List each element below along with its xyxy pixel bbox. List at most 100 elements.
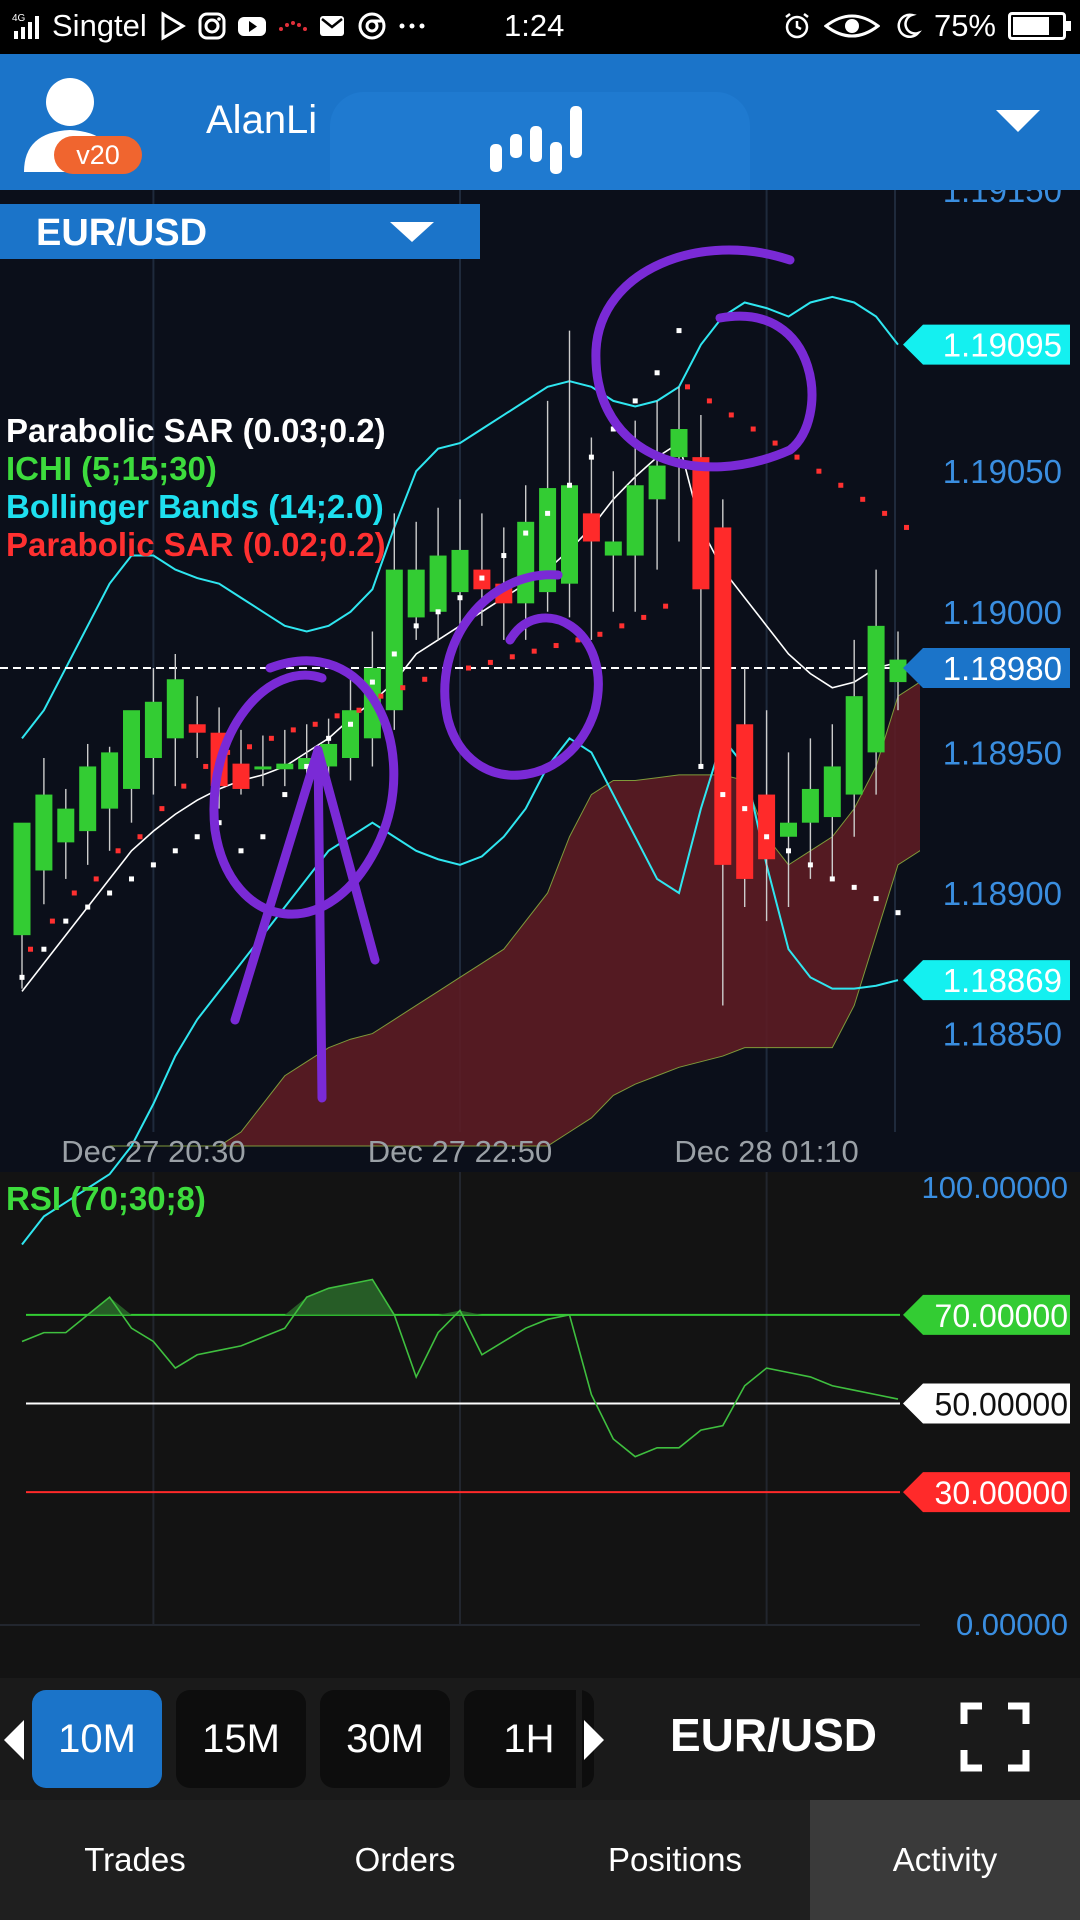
sar-dot-red xyxy=(378,693,384,699)
price-tag-label: 1.19095 xyxy=(943,327,1062,364)
candle-body xyxy=(604,541,622,556)
chart-area[interactable]: 1.19150 1.19050 1.19000 1.18950 1.18900 1.188… xyxy=(0,190,1080,1678)
timeframe-30m-button[interactable]: 30M xyxy=(320,1690,450,1788)
mail-icon xyxy=(319,16,344,36)
rsi-tag-label: 30.00000 xyxy=(935,1475,1068,1511)
sar-dot-white xyxy=(501,553,507,559)
sar-dot-white xyxy=(194,834,200,840)
sar-dot-white xyxy=(567,482,572,488)
nav-trades[interactable]: Trades xyxy=(0,1800,270,1920)
rsi-tick-label: 100.00000 xyxy=(921,1170,1068,1205)
sar-dot-red xyxy=(663,603,669,609)
sar-dot-red xyxy=(750,426,756,432)
sar-dot-red xyxy=(247,744,252,750)
sar-dot-white xyxy=(435,609,441,615)
sar-dot-white xyxy=(260,834,266,840)
sar-dot-white xyxy=(742,806,748,812)
timeframe-scroll-mask xyxy=(576,1678,582,1800)
bollinger-price-tag: 1.19095 xyxy=(903,324,1070,365)
chevron-down-icon[interactable] xyxy=(390,222,434,242)
play-store-icon xyxy=(161,11,186,41)
price-tick-label: 1.19150 xyxy=(943,190,1062,209)
price-tick-label: 1.18900 xyxy=(943,875,1062,912)
sar-dot-white xyxy=(391,651,397,657)
price-tick-label: 1.19000 xyxy=(943,594,1062,631)
candle-body xyxy=(648,465,666,500)
sar-dot-red xyxy=(93,876,99,882)
sar-dot-white xyxy=(129,876,134,882)
sar-dot-red xyxy=(641,614,647,620)
scroll-right-icon[interactable] xyxy=(584,1720,604,1760)
sar-dot-red xyxy=(49,918,55,924)
sar-dot-white xyxy=(698,763,704,769)
rsi-label: RSI (70;30;8) xyxy=(6,1180,206,1217)
sar-dot-white xyxy=(107,890,113,896)
sar-dot-red xyxy=(181,783,187,789)
sar-dot-red xyxy=(137,834,143,840)
sar-dot-red xyxy=(356,707,362,713)
account-dropdown-icon[interactable] xyxy=(996,110,1040,132)
battery-icon xyxy=(1008,12,1071,40)
sar-dot-white xyxy=(720,792,726,798)
sar-dot-white xyxy=(588,454,594,460)
candle-body xyxy=(582,513,600,542)
dots-red-icon xyxy=(278,21,307,31)
time-axis-label: Dec 27 22:50 xyxy=(368,1134,552,1169)
symbol-selector-label: EUR/USD xyxy=(36,212,208,254)
sar-dot-red xyxy=(860,496,866,502)
sar-dot-white xyxy=(545,510,551,516)
candle-body xyxy=(451,549,469,593)
timeframe-10m-button[interactable]: 10M xyxy=(32,1690,162,1788)
scroll-left-icon[interactable] xyxy=(4,1720,24,1760)
sar-dot-red xyxy=(487,659,493,665)
indicator-label: ICHI (5;15;30) xyxy=(6,450,217,487)
candle-body xyxy=(276,763,294,770)
signal-icon: 4G xyxy=(12,13,39,39)
nav-orders[interactable]: Orders xyxy=(270,1800,540,1920)
nav-activity[interactable]: Activity xyxy=(810,1800,1080,1920)
youtube-icon xyxy=(237,17,266,36)
signal-tab[interactable] xyxy=(330,92,750,192)
sar-dot-red xyxy=(290,727,296,733)
sar-dot-red xyxy=(28,946,33,952)
rsi-tag-label: 50.00000 xyxy=(935,1387,1068,1423)
sar-dot-white xyxy=(457,595,463,601)
sar-dot-red xyxy=(268,735,274,741)
status-right: 75% xyxy=(782,8,1071,44)
sar-dot-red xyxy=(904,524,909,530)
fullscreen-icon[interactable] xyxy=(960,1702,1030,1772)
sar-dot-white xyxy=(413,623,419,629)
sar-dot-red xyxy=(466,665,471,671)
moon-icon xyxy=(897,13,922,38)
trading-screen: 4G Singtel 1:24 75% v20 AlanLi 1.19150 1… xyxy=(0,0,1080,1920)
sar-dot-red xyxy=(509,654,515,660)
current-price-tag: 1.18980 xyxy=(903,648,1070,689)
candle-body xyxy=(429,555,447,612)
status-bar: 4G Singtel 1:24 75% xyxy=(0,0,1080,54)
sar-dot-red xyxy=(553,643,559,649)
timeframe-15m-button[interactable]: 15M xyxy=(176,1690,306,1788)
nav-positions[interactable]: Positions xyxy=(540,1800,810,1920)
candle-body xyxy=(232,763,250,789)
sar-dot-white xyxy=(851,884,857,890)
username[interactable]: AlanLi xyxy=(206,98,317,143)
app-header: v20 AlanLi xyxy=(0,54,1080,192)
candle-body xyxy=(867,625,885,753)
candle-body xyxy=(79,766,97,832)
indicator-label: Parabolic SAR (0.03;0.2) xyxy=(6,412,386,449)
timeframe-1h-button[interactable]: 1H xyxy=(464,1690,594,1788)
sar-dot-red xyxy=(706,398,712,404)
sar-dot-white xyxy=(676,328,682,334)
indicator-legend: Parabolic SAR (0.03;0.2) ICHI (5;15;30) … xyxy=(6,412,386,564)
sar-dot-white xyxy=(873,896,879,902)
sar-dot-red xyxy=(619,623,625,629)
candle-body xyxy=(123,710,140,789)
signal-strength-icon xyxy=(490,106,582,174)
candle-body xyxy=(714,527,732,865)
candle-body xyxy=(626,485,644,556)
battery-fill xyxy=(1013,17,1049,35)
version-badge: v20 xyxy=(54,136,142,174)
sar-dot-red xyxy=(422,676,428,682)
status-left: 4G Singtel xyxy=(12,8,427,44)
symbol-selector[interactable]: EUR/USD xyxy=(0,204,480,259)
